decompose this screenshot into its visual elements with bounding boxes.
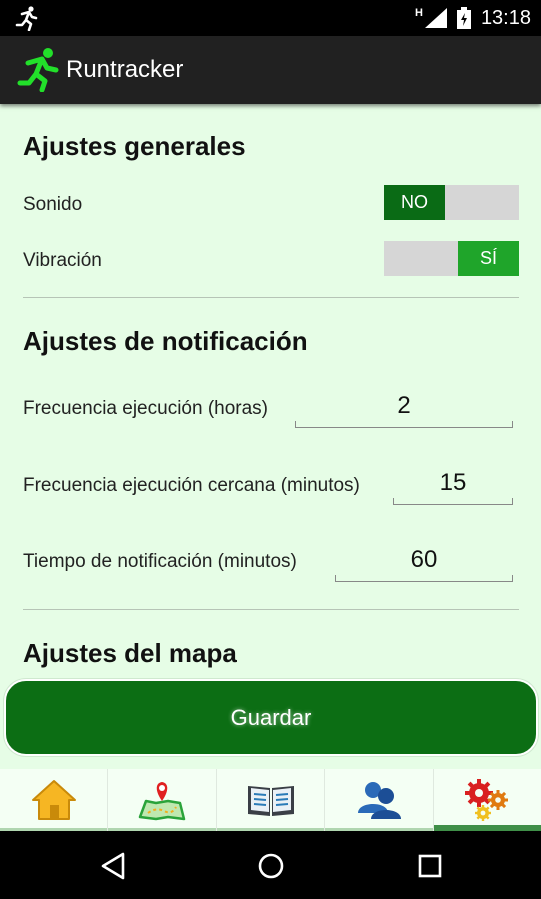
- runner-notification-icon: [15, 6, 38, 31]
- notification-settings-title: Ajustes de notificación: [23, 326, 308, 356]
- notification-time-label: Tiempo de notificación (minutos): [23, 551, 297, 572]
- divider: [23, 609, 519, 610]
- settings-gears-icon: [465, 779, 509, 821]
- battery-icon: [456, 7, 471, 29]
- sound-toggle[interactable]: NO: [384, 185, 519, 220]
- recents-icon[interactable]: [415, 851, 445, 881]
- run-frequency-label: Frecuencia ejecución (horas): [23, 398, 269, 419]
- run-frequency-input[interactable]: 2: [295, 388, 513, 428]
- general-settings-title: Ajustes generales: [23, 131, 246, 161]
- book-icon: [247, 786, 294, 816]
- users-icon: [357, 782, 401, 819]
- tab-settings[interactable]: [433, 769, 541, 831]
- runner-logo-icon: [17, 48, 59, 92]
- sound-label: Sonido: [23, 194, 83, 215]
- vibration-toggle[interactable]: SÍ: [384, 241, 519, 276]
- map-icon: [138, 782, 186, 821]
- run-frequency-value: 2: [397, 392, 411, 419]
- app-title: Runtracker: [66, 56, 184, 83]
- save-button[interactable]: Guardar: [4, 679, 538, 756]
- sound-toggle-state: NO: [384, 185, 445, 220]
- divider: [23, 297, 519, 298]
- map-settings-title: Ajustes del mapa: [23, 638, 237, 668]
- app-bar: Runtracker: [0, 36, 541, 104]
- vibration-label: Vibración: [23, 250, 102, 271]
- notification-time-input[interactable]: 60: [335, 542, 513, 582]
- near-run-frequency-value: 15: [439, 469, 467, 496]
- notification-time-value: 60: [410, 546, 438, 573]
- network-type: H: [414, 7, 423, 19]
- tab-map[interactable]: [108, 769, 217, 831]
- bottom-tab-bar: [0, 769, 541, 831]
- vibration-toggle-state: SÍ: [458, 241, 519, 276]
- tab-home[interactable]: [0, 769, 109, 831]
- near-run-frequency-input[interactable]: 15: [393, 465, 513, 505]
- home-icon: [31, 780, 76, 820]
- tab-book[interactable]: [216, 769, 326, 831]
- clock: 13:18: [480, 6, 531, 29]
- tab-users[interactable]: [325, 769, 434, 831]
- settings-content[interactable]: Ajustes generales Sonido NO Vibración SÍ…: [0, 104, 541, 769]
- near-run-frequency-label: Frecuencia ejecución cercana (minutos): [23, 475, 360, 496]
- system-nav-bar: [0, 831, 541, 899]
- back-icon[interactable]: [99, 851, 129, 881]
- status-bar: H 13:18: [0, 0, 541, 36]
- home-circle-icon[interactable]: [256, 851, 286, 881]
- signal-icon: [424, 8, 447, 28]
